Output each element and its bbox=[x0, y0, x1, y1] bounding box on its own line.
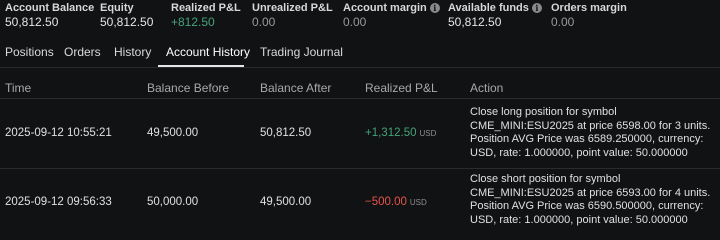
realized-pnl-cell: −500.00 USD bbox=[365, 195, 427, 210]
account-margin-metric: Account margin i 0.00 bbox=[343, 1, 440, 30]
equity-value: 50,812.50 bbox=[100, 15, 154, 29]
column-header-realized-pnl[interactable]: Realized P&L bbox=[365, 81, 438, 95]
time-cell: 2025-09-12 10:55:21 bbox=[5, 127, 112, 139]
account-balance-metric: Account Balance 50,812.50 bbox=[5, 1, 94, 30]
account-margin-label: Account margin i bbox=[343, 1, 440, 15]
available-funds-metric: Available funds i 50,812.50 bbox=[448, 1, 542, 30]
currency-label: USD bbox=[419, 129, 437, 138]
table-row[interactable]: 2025-09-12 10:55:21 49,500.00 50,812.50 … bbox=[0, 100, 720, 166]
header-divider bbox=[0, 98, 720, 99]
column-header-action[interactable]: Action bbox=[470, 81, 503, 95]
currency-label: USD bbox=[409, 198, 427, 207]
tab-orders[interactable]: Orders bbox=[64, 45, 101, 59]
realized-pnl-label: Realized P&L bbox=[171, 2, 241, 14]
orders-margin-metric: Orders margin 0.00 bbox=[551, 1, 627, 30]
equity-label: Equity bbox=[100, 2, 134, 14]
tab-bar: Positions Orders History Account History… bbox=[0, 41, 720, 68]
time-cell: 2025-09-12 09:56:33 bbox=[5, 196, 112, 208]
account-balance-value: 50,812.50 bbox=[5, 15, 59, 29]
tab-trading-journal[interactable]: Trading Journal bbox=[260, 45, 343, 59]
available-funds-value: 50,812.50 bbox=[448, 15, 502, 29]
available-funds-label-text: Available funds bbox=[448, 2, 529, 14]
pnl-amount: +1,312.50 bbox=[365, 127, 417, 139]
account-margin-value: 0.00 bbox=[343, 15, 367, 29]
balance-after-cell: 49,500.00 bbox=[260, 196, 312, 208]
unrealized-pnl-label: Unrealized P&L bbox=[252, 2, 333, 14]
tab-history[interactable]: History bbox=[114, 45, 151, 59]
tab-account-history[interactable]: Account History bbox=[166, 45, 250, 59]
action-cell: Close short position for symbol CME_MINI… bbox=[470, 173, 711, 226]
column-header-time[interactable]: Time bbox=[5, 81, 31, 95]
balance-before-cell: 50,000.00 bbox=[147, 196, 199, 208]
realized-pnl-metric: Realized P&L +812.50 bbox=[171, 1, 241, 30]
account-margin-label-text: Account margin bbox=[343, 2, 427, 14]
account-balance-label: Account Balance bbox=[5, 2, 95, 14]
realized-pnl-cell: +1,312.50 USD bbox=[365, 126, 436, 141]
column-header-balance-after[interactable]: Balance After bbox=[260, 81, 331, 95]
account-summary-bar: Account Balance 50,812.50 Equity 50,812.… bbox=[0, 0, 720, 34]
action-cell: Close long position for symbol CME_MINI:… bbox=[470, 106, 711, 159]
unrealized-pnl-value: 0.00 bbox=[252, 15, 276, 29]
pnl-amount: −500.00 bbox=[365, 196, 407, 208]
available-funds-label: Available funds i bbox=[448, 1, 542, 15]
realized-pnl-value: +812.50 bbox=[171, 15, 215, 29]
active-tab-indicator bbox=[158, 65, 244, 67]
info-icon[interactable]: i bbox=[531, 3, 542, 13]
orders-margin-value: 0.00 bbox=[551, 15, 575, 29]
balance-after-cell: 50,812.50 bbox=[260, 127, 312, 139]
column-header-balance-before[interactable]: Balance Before bbox=[147, 81, 229, 95]
table-row[interactable]: 2025-09-12 09:56:33 50,000.00 49,500.00 … bbox=[0, 169, 720, 235]
info-icon[interactable]: i bbox=[429, 3, 440, 13]
balance-before-cell: 49,500.00 bbox=[147, 127, 199, 139]
equity-metric: Equity 50,812.50 bbox=[100, 1, 153, 30]
unrealized-pnl-metric: Unrealized P&L 0.00 bbox=[252, 1, 333, 30]
tab-positions[interactable]: Positions bbox=[5, 45, 54, 59]
table-header: Time Balance Before Balance After Realiz… bbox=[0, 78, 720, 96]
orders-margin-label: Orders margin bbox=[551, 2, 627, 14]
